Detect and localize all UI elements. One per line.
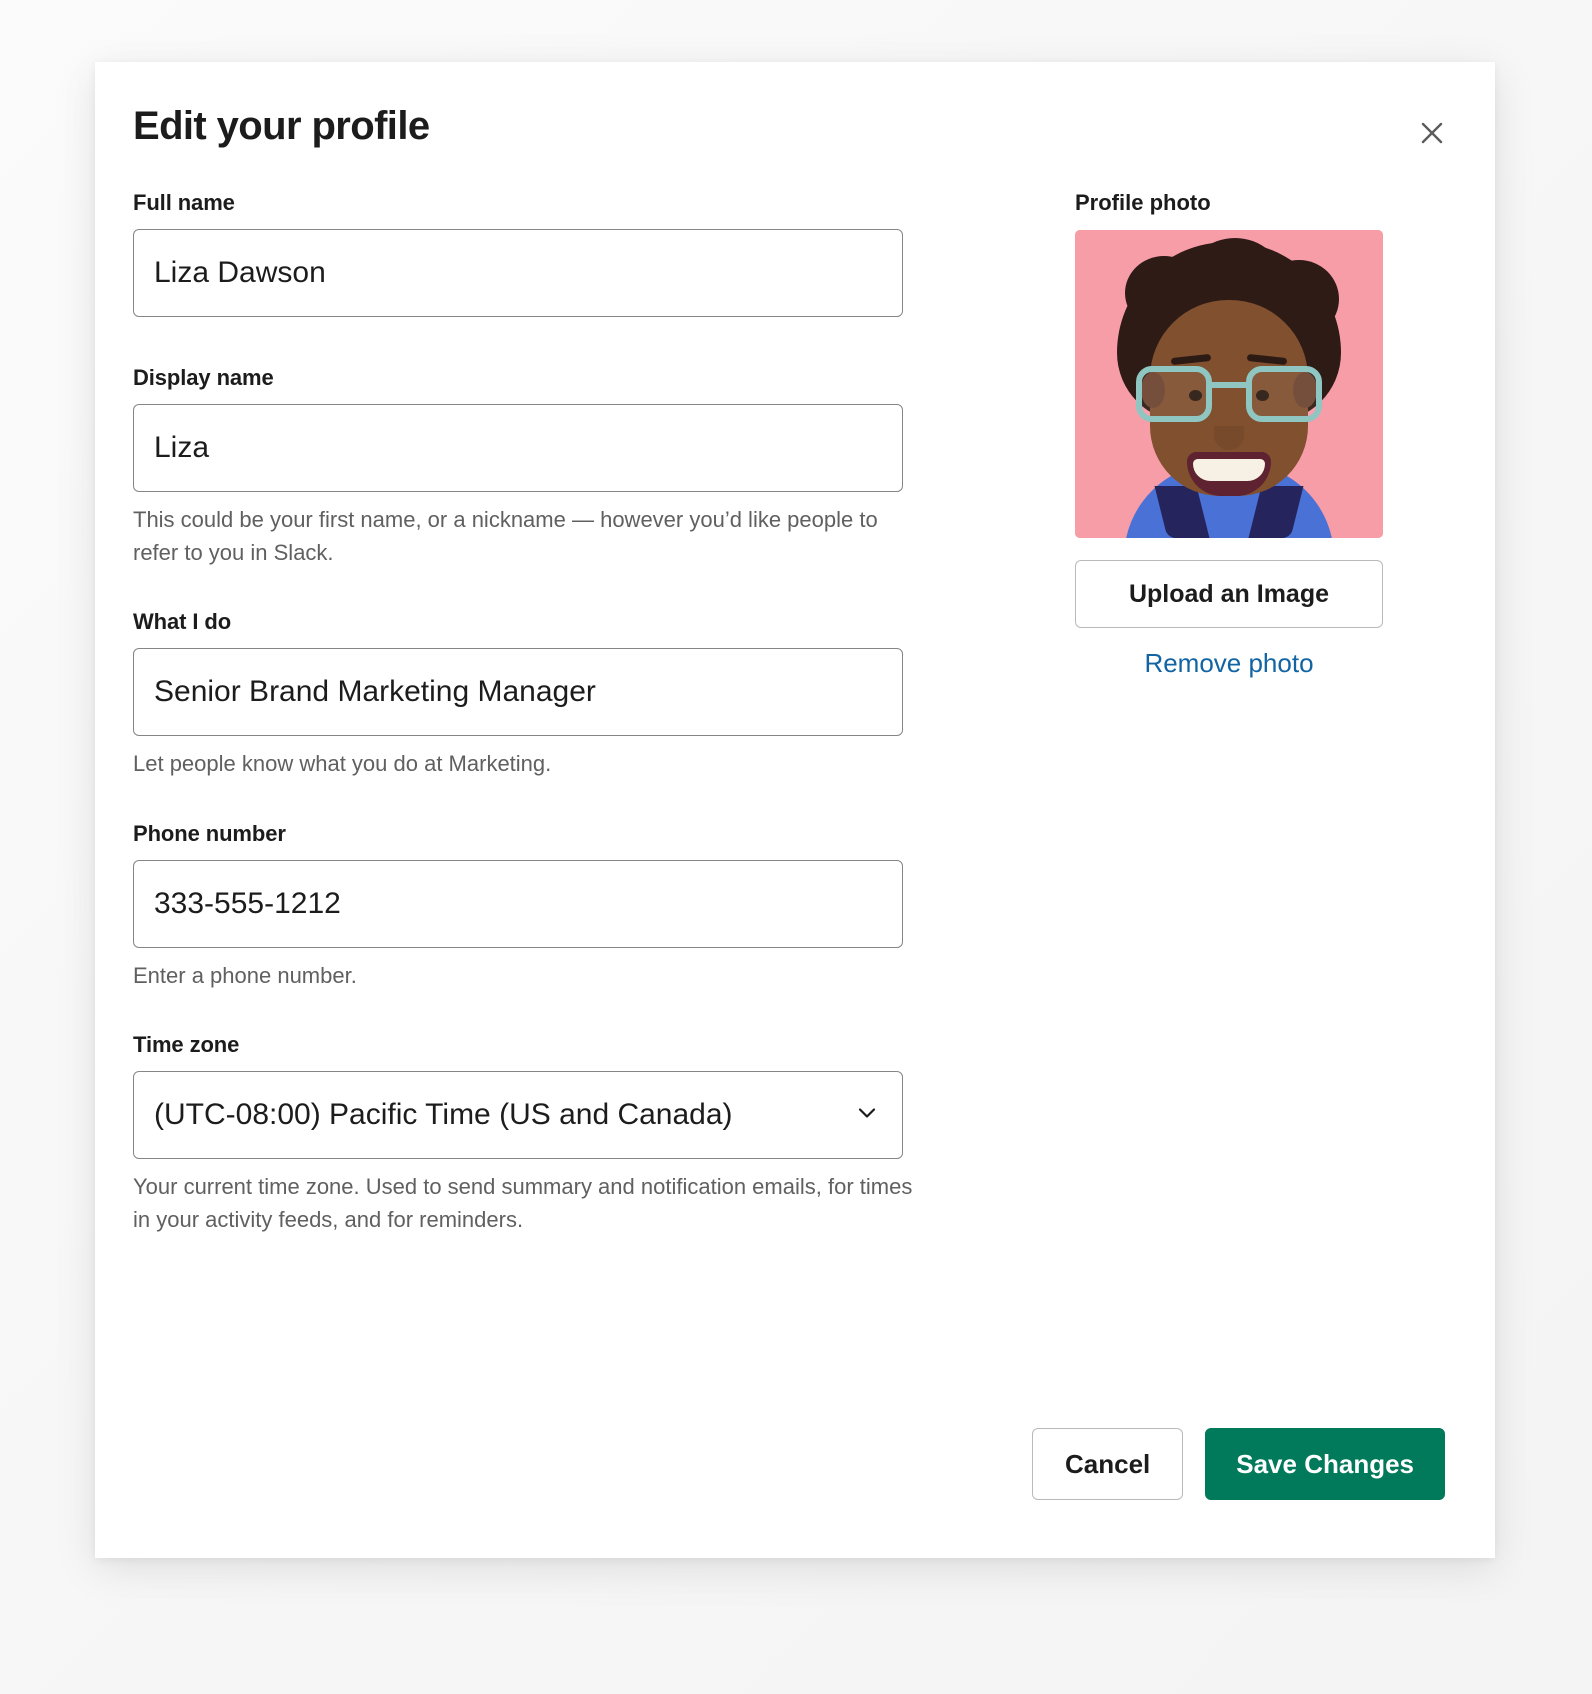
full-name-input[interactable] — [133, 229, 903, 317]
avatar — [1075, 230, 1383, 538]
remove-photo-link[interactable]: Remove photo — [1075, 648, 1383, 679]
display-name-input[interactable] — [133, 404, 903, 492]
profile-photo-label: Profile photo — [1075, 190, 1211, 215]
full-name-field: Full name — [133, 190, 943, 317]
time-zone-select[interactable]: (UTC-08:00) Pacific Time (US and Canada) — [133, 1071, 903, 1160]
display-name-field: Display name This could be your first na… — [133, 365, 943, 569]
phone-number-label: Phone number — [133, 820, 286, 846]
display-name-helper-text: This could be your first name, or a nick… — [133, 507, 878, 565]
cancel-button[interactable]: Cancel — [1031, 1428, 1184, 1500]
dialog-header: Edit your profile — [133, 104, 1445, 190]
phone-number-input[interactable] — [133, 859, 903, 948]
time-zone-field: Time zone (UTC-08:00) Pacific Time (US a… — [133, 1032, 943, 1236]
phone-number-field: Phone number Enter a phone number. — [133, 821, 943, 993]
edit-profile-dialog: Edit your profile Full name Liza Dawson … — [95, 62, 1495, 1558]
full-name-label: Full name — [133, 190, 235, 215]
save-changes-button[interactable]: Save Changes — [1205, 1428, 1445, 1500]
close-button[interactable] — [1409, 110, 1455, 156]
what-i-do-input[interactable] — [133, 648, 903, 737]
what-i-do-field: What I do Let people know what you do at… — [133, 609, 943, 781]
display-name-label: Display name — [133, 365, 274, 390]
time-zone-label: Time zone — [133, 1032, 240, 1058]
close-icon — [1417, 118, 1447, 148]
page-title: Edit your profile — [133, 104, 430, 148]
profile-photo-section: Profile photo Upload an Image Remove pho… — [1075, 190, 1385, 679]
what-i-do-helper-text: Let people know what you do at Marketing… — [133, 751, 552, 777]
time-zone-selected-value: (UTC-08:00) Pacific Time (US and Canada) — [154, 1098, 733, 1132]
phone-number-helper-text: Enter a phone number. — [133, 962, 357, 988]
page-background: Edit your profile Full name Liza Dawson … — [0, 0, 1592, 1694]
profile-form: Full name Display name This could be you… — [133, 190, 943, 1236]
time-zone-helper-text: Your current time zone. Used to send sum… — [133, 1174, 913, 1232]
dialog-body: Full name Display name This could be you… — [133, 190, 1445, 1236]
what-i-do-label: What I do — [133, 609, 232, 635]
dialog-footer: Cancel Save Changes — [1031, 1428, 1445, 1500]
upload-image-button[interactable]: Upload an Image — [1075, 560, 1383, 628]
